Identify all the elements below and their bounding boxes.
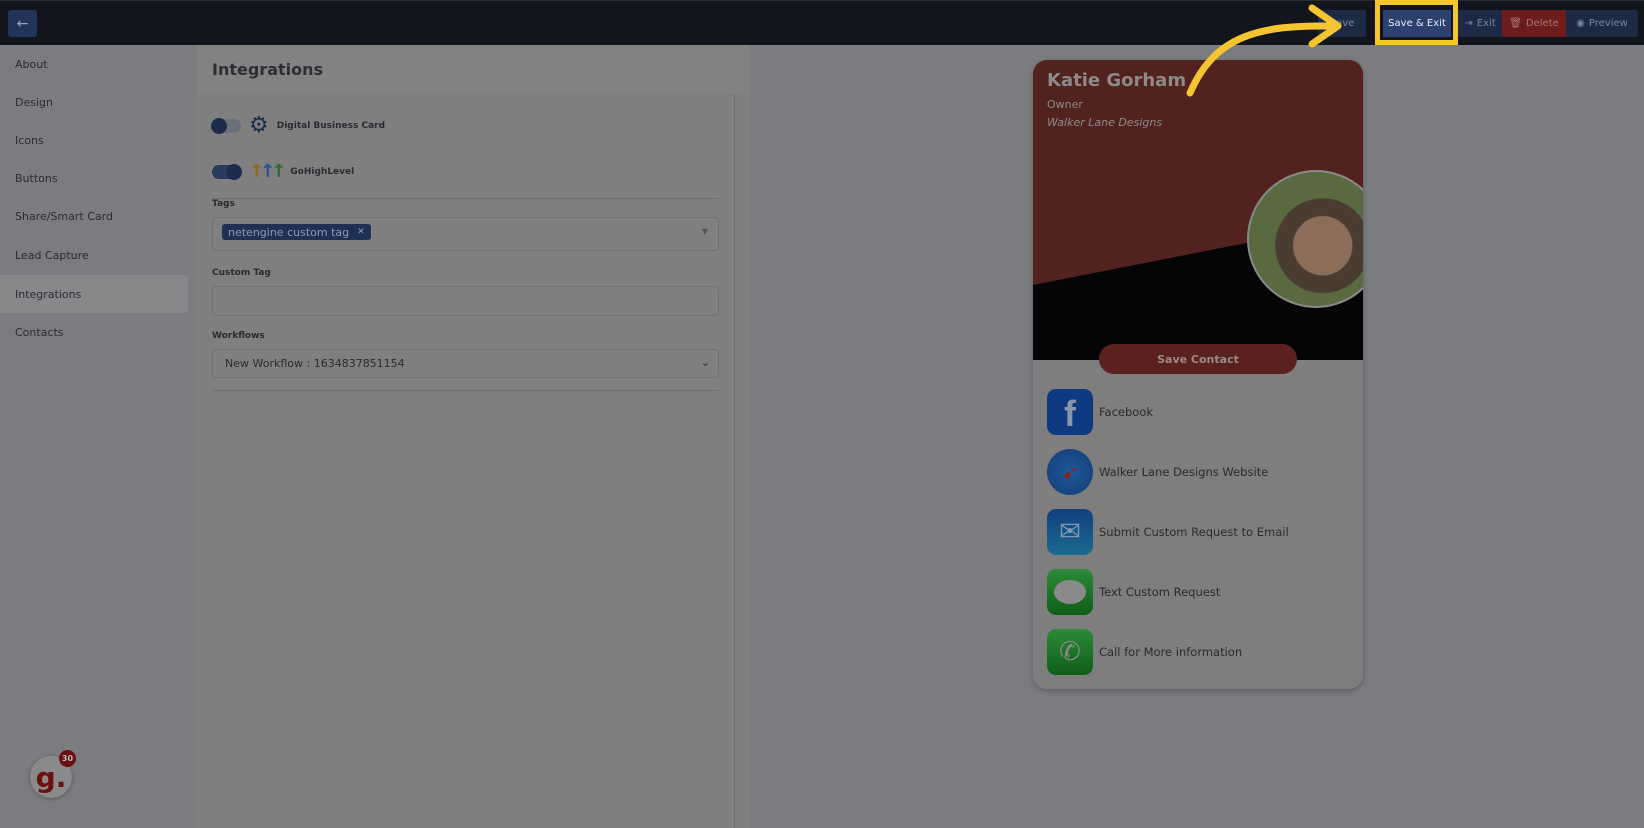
link-label: Call for More information <box>1099 645 1243 659</box>
link-label: Facebook <box>1099 405 1154 419</box>
remove-tag-icon[interactable]: ✕ <box>357 227 365 237</box>
sidebar-item-icons[interactable]: Icons <box>0 121 188 159</box>
save-contact-button[interactable]: Save Contact <box>1099 344 1297 374</box>
support-widget[interactable]: g. 30 <box>30 750 76 798</box>
tag-chip: netengine custom tag ✕ <box>222 224 371 240</box>
tag-label: netengine custom tag <box>228 225 350 239</box>
sidebar-item-integrations[interactable]: Integrations <box>0 275 188 313</box>
sidebar-item-design[interactable]: Design <box>0 83 188 121</box>
caret-down-icon[interactable]: ▼ <box>702 227 708 236</box>
card-preview: Katie Gorham Owner Walker Lane Designs S… <box>1033 60 1363 689</box>
integrations-panel: Integrations ⚙ Digital Business Card ↑↑↑… <box>197 45 750 828</box>
sidebar-item-contacts[interactable]: Contacts <box>0 313 188 351</box>
card-link-website[interactable]: ➹ Walker Lane Designs Website <box>1047 449 1268 495</box>
save-button[interactable]: Save <box>1318 10 1366 37</box>
arrow-left-icon: ← <box>16 15 29 32</box>
integration-digital-business-card: ⚙ Digital Business Card <box>211 113 386 138</box>
divider <box>212 390 719 391</box>
sidebar-item-lead-capture[interactable]: Lead Capture <box>0 236 188 274</box>
exit-button[interactable]: ⇥ Exit <box>1458 10 1502 37</box>
exit-icon: ⇥ <box>1464 18 1473 29</box>
facebook-icon: f <box>1047 389 1093 435</box>
phone-icon: ✆ <box>1047 629 1093 675</box>
message-bubble-icon <box>1047 569 1093 615</box>
custom-tag-label: Custom Tag <box>212 268 271 278</box>
gohighlevel-arrows-icon: ↑↑↑ <box>249 161 286 182</box>
save-label: Save <box>1329 18 1355 29</box>
card-hero: Katie Gorham Owner Walker Lane Designs <box>1033 60 1363 360</box>
sidebar-item-label: Integrations <box>15 287 82 301</box>
sidebar-item-label: Contacts <box>15 325 64 339</box>
sidebar-item-share-smart-card[interactable]: Share/Smart Card <box>0 197 188 235</box>
back-button[interactable]: ← <box>8 10 37 37</box>
sidebar: About Design Icons Buttons Share/Smart C… <box>0 45 190 828</box>
sidebar-item-about[interactable]: About <box>0 45 188 83</box>
ghl-toggle[interactable] <box>212 163 242 180</box>
sidebar-item-label: Design <box>15 95 53 109</box>
card-role: Owner <box>1047 98 1083 111</box>
page-title: Integrations <box>197 45 750 94</box>
workflow-selected: New Workflow : 1634837851154 <box>225 357 405 370</box>
chevron-down-icon: ⌄ <box>700 356 710 369</box>
notification-count: 30 <box>59 750 76 767</box>
integration-label: Digital Business Card <box>276 120 386 131</box>
workflows-select[interactable]: New Workflow : 1634837851154 ⌄ <box>212 349 719 378</box>
eye-icon: ◉ <box>1576 18 1585 29</box>
card-link-facebook[interactable]: f Facebook <box>1047 389 1153 435</box>
divider <box>212 198 719 199</box>
card-link-call[interactable]: ✆ Call for More information <box>1047 629 1242 675</box>
link-label: Text Custom Request <box>1099 585 1221 599</box>
card-company: Walker Lane Designs <box>1047 116 1163 129</box>
card-link-text[interactable]: Text Custom Request <box>1047 569 1220 615</box>
trash-icon: 🗑 <box>1509 18 1522 29</box>
dbc-toggle[interactable] <box>211 117 241 134</box>
exit-label: Exit <box>1476 18 1496 29</box>
card-name: Katie Gorham <box>1047 70 1187 91</box>
sidebar-item-label: About <box>15 57 48 71</box>
highlight-box <box>1375 0 1458 45</box>
tags-label: Tags <box>212 199 235 209</box>
card-link-email[interactable]: ✉ Submit Custom Request to Email <box>1047 509 1289 555</box>
link-label: Submit Custom Request to Email <box>1099 525 1289 539</box>
mail-icon: ✉ <box>1047 509 1093 555</box>
workflows-label: Workflows <box>212 331 265 341</box>
sidebar-item-label: Buttons <box>15 171 58 185</box>
safari-compass-icon: ➹ <box>1047 449 1093 495</box>
tags-input[interactable]: netengine custom tag ✕ ▼ <box>212 217 719 251</box>
sidebar-item-label: Icons <box>15 133 44 147</box>
save-contact-label: Save Contact <box>1157 352 1239 366</box>
integration-gohighlevel: ↑↑↑ GoHighLevel <box>212 161 354 182</box>
delete-label: Delete <box>1525 18 1559 29</box>
custom-tag-input[interactable] <box>212 286 719 316</box>
sidebar-item-label: Lead Capture <box>15 248 89 262</box>
integration-label: GoHighLevel <box>290 166 355 177</box>
preview-label: Preview <box>1588 18 1628 29</box>
sidebar-item-label: Share/Smart Card <box>15 209 113 223</box>
link-label: Walker Lane Designs Website <box>1099 465 1269 479</box>
gear-chat-icon: ⚙ <box>249 113 269 138</box>
preview-button[interactable]: ◉ Preview <box>1566 10 1638 37</box>
delete-button[interactable]: 🗑 Delete <box>1502 10 1566 37</box>
sidebar-item-buttons[interactable]: Buttons <box>0 159 188 197</box>
